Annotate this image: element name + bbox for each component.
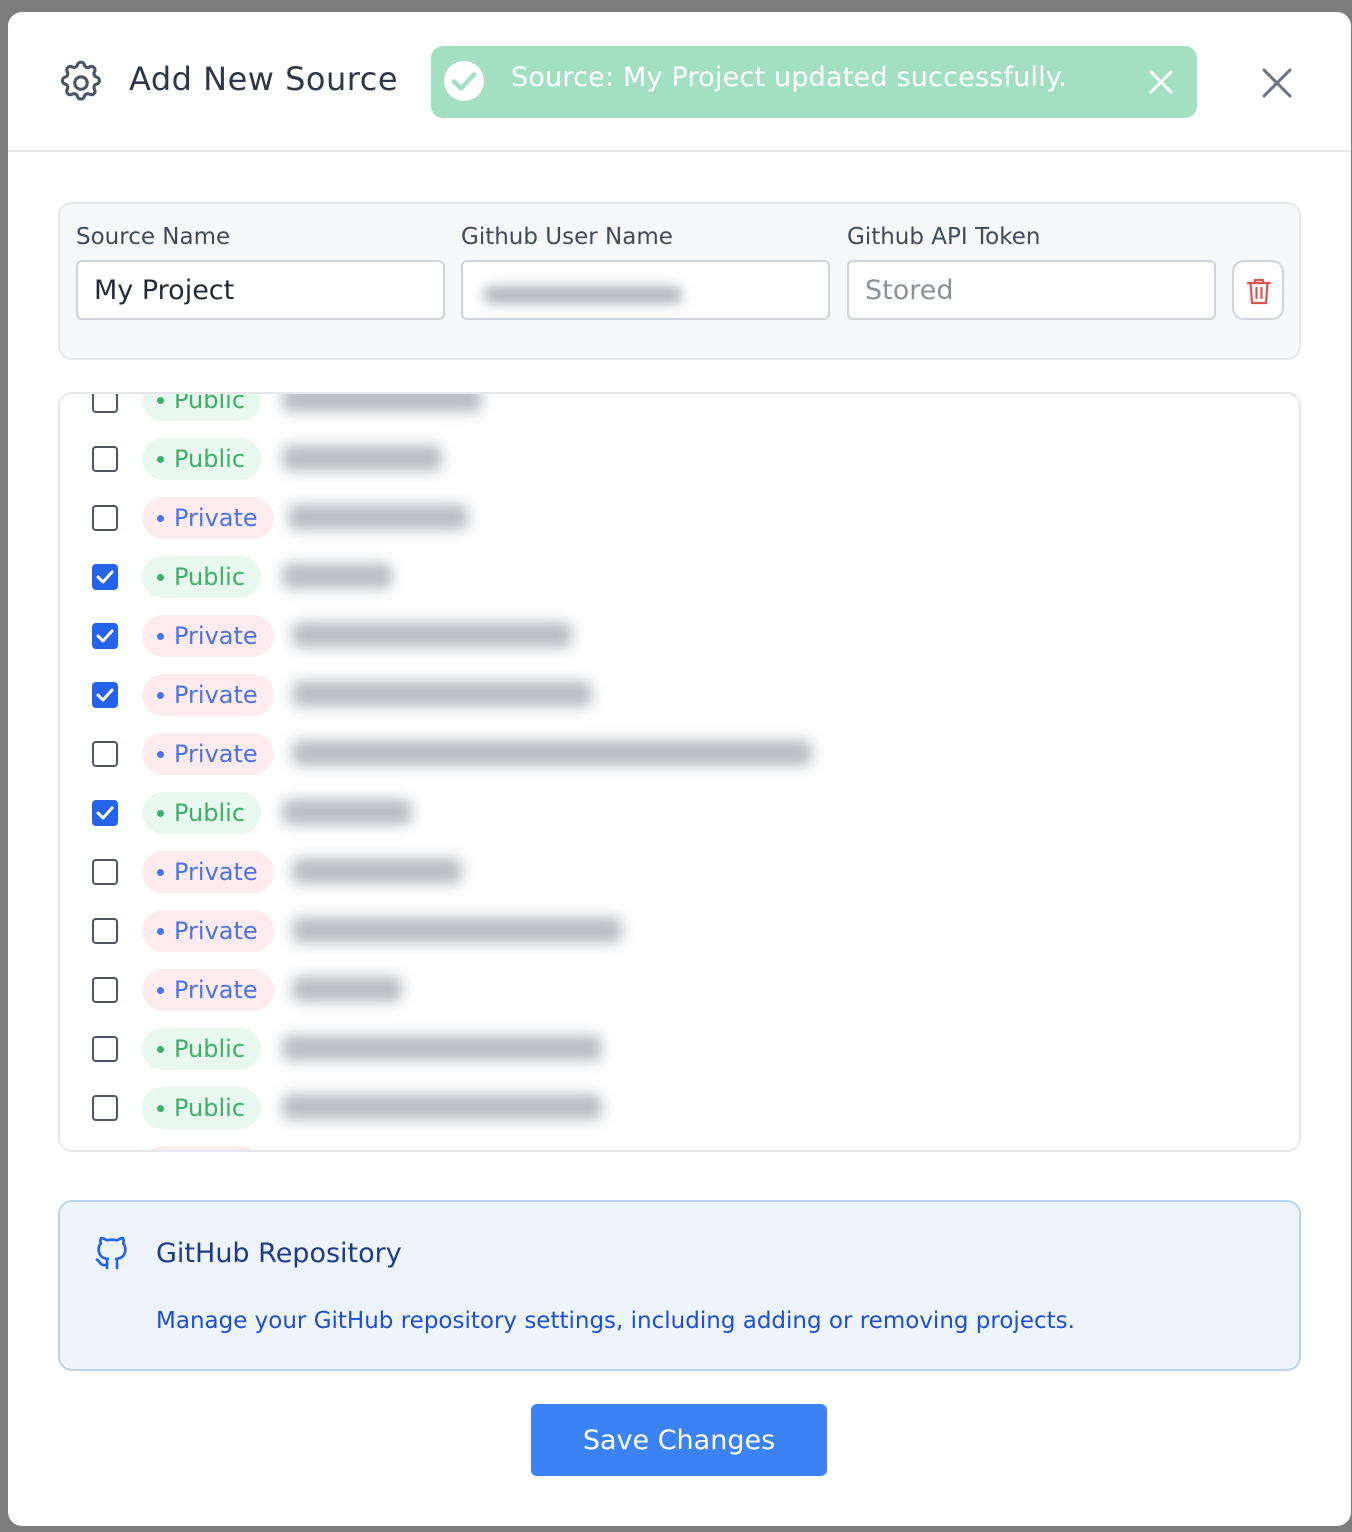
checkbox[interactable] [92,918,118,944]
repository-row[interactable]: Public [60,547,1299,606]
checkbox-checked[interactable] [92,623,118,649]
success-toast: Source: My Project updated successfully. [431,46,1197,118]
repository-row[interactable]: Public [60,783,1299,842]
visibility-badge: Private [142,674,274,716]
checkbox[interactable] [92,394,118,413]
modal-title: Add New Source [129,60,398,98]
close-icon[interactable] [1260,66,1294,100]
checkbox-checked[interactable] [92,682,118,708]
visibility-badge: Public [142,1087,262,1129]
visibility-badge: Private [142,969,274,1011]
repository-row[interactable]: Private [60,901,1299,960]
checkmark-icon [96,688,114,702]
source-name-label: Source Name [76,224,231,250]
github-user-label: Github User Name [461,224,673,250]
checkbox-checked[interactable] [92,564,118,590]
gear-icon [60,60,101,101]
visibility-badge: Private [142,910,274,952]
checkbox[interactable] [92,859,118,885]
github-token-label: Github API Token [847,224,1041,250]
redacted-repo-name [292,917,622,943]
repository-row[interactable]: Private [60,665,1299,724]
trash-icon [1246,278,1272,305]
checkbox[interactable] [92,1036,118,1062]
redacted-repo-name [282,563,392,589]
redacted-repo-name [282,1094,602,1120]
github-info-box: GitHub Repository Manage your GitHub rep… [58,1200,1301,1371]
repository-row[interactable]: Private [60,842,1299,901]
repository-row[interactable]: Private [60,960,1299,1019]
save-changes-button[interactable]: Save Changes [531,1404,827,1476]
visibility-badge-partial [142,1146,262,1150]
delete-token-button[interactable] [1232,260,1284,320]
checkbox[interactable] [92,977,118,1003]
visibility-badge: Private [142,851,274,893]
repository-row[interactable]: Public [60,429,1299,488]
redacted-repo-name [292,681,592,707]
visibility-badge: Public [142,556,262,598]
modal-header: Add New Source Source: My Project update… [8,12,1351,152]
redacted-repo-name [288,504,468,530]
repository-list[interactable]: Public Public Private Public Private Private P… [58,392,1301,1152]
checkbox-checked[interactable] [92,800,118,826]
visibility-badge: Private [142,615,274,657]
source-settings-card: Source Name Github User Name Github API … [58,202,1301,360]
github-icon [95,1236,127,1270]
visibility-badge: Public [142,792,262,834]
github-user-input[interactable] [461,260,830,320]
source-name-input[interactable] [76,260,445,320]
repository-row[interactable]: Public [60,394,1299,429]
repository-row[interactable]: Public [60,1019,1299,1078]
github-token-input[interactable] [847,260,1216,320]
redacted-repo-name [292,622,572,648]
check-circle-icon [444,61,484,101]
repository-row[interactable]: Private [60,724,1299,783]
toast-close-icon[interactable] [1147,68,1175,96]
redacted-repo-name [282,1035,602,1061]
checkbox[interactable] [92,1095,118,1121]
toast-message: Source: My Project updated successfully. [511,62,1068,93]
checkbox[interactable] [92,505,118,531]
repository-row[interactable]: Private [60,606,1299,665]
repository-row[interactable]: Public [60,1078,1299,1137]
info-title: GitHub Repository [156,1238,402,1269]
visibility-badge: Public [142,1028,262,1070]
visibility-badge: Public [142,394,262,421]
checkmark-icon [96,629,114,643]
checkbox[interactable] [92,741,118,767]
repository-row[interactable]: Private [60,488,1299,547]
redacted-repo-name [282,394,482,412]
add-source-modal: Add New Source Source: My Project update… [8,12,1351,1526]
redacted-username [483,286,683,304]
redacted-repo-name [282,799,412,825]
visibility-badge: Private [142,497,274,539]
info-description: Manage your GitHub repository settings, … [156,1308,1075,1334]
visibility-badge: Private [142,733,274,775]
checkmark-icon [96,806,114,820]
redacted-repo-name [282,445,442,471]
redacted-repo-name [292,858,462,884]
visibility-badge: Public [142,438,262,480]
checkbox[interactable] [92,446,118,472]
redacted-repo-name [292,740,812,766]
redacted-repo-name [292,976,402,1002]
checkmark-icon [96,570,114,584]
